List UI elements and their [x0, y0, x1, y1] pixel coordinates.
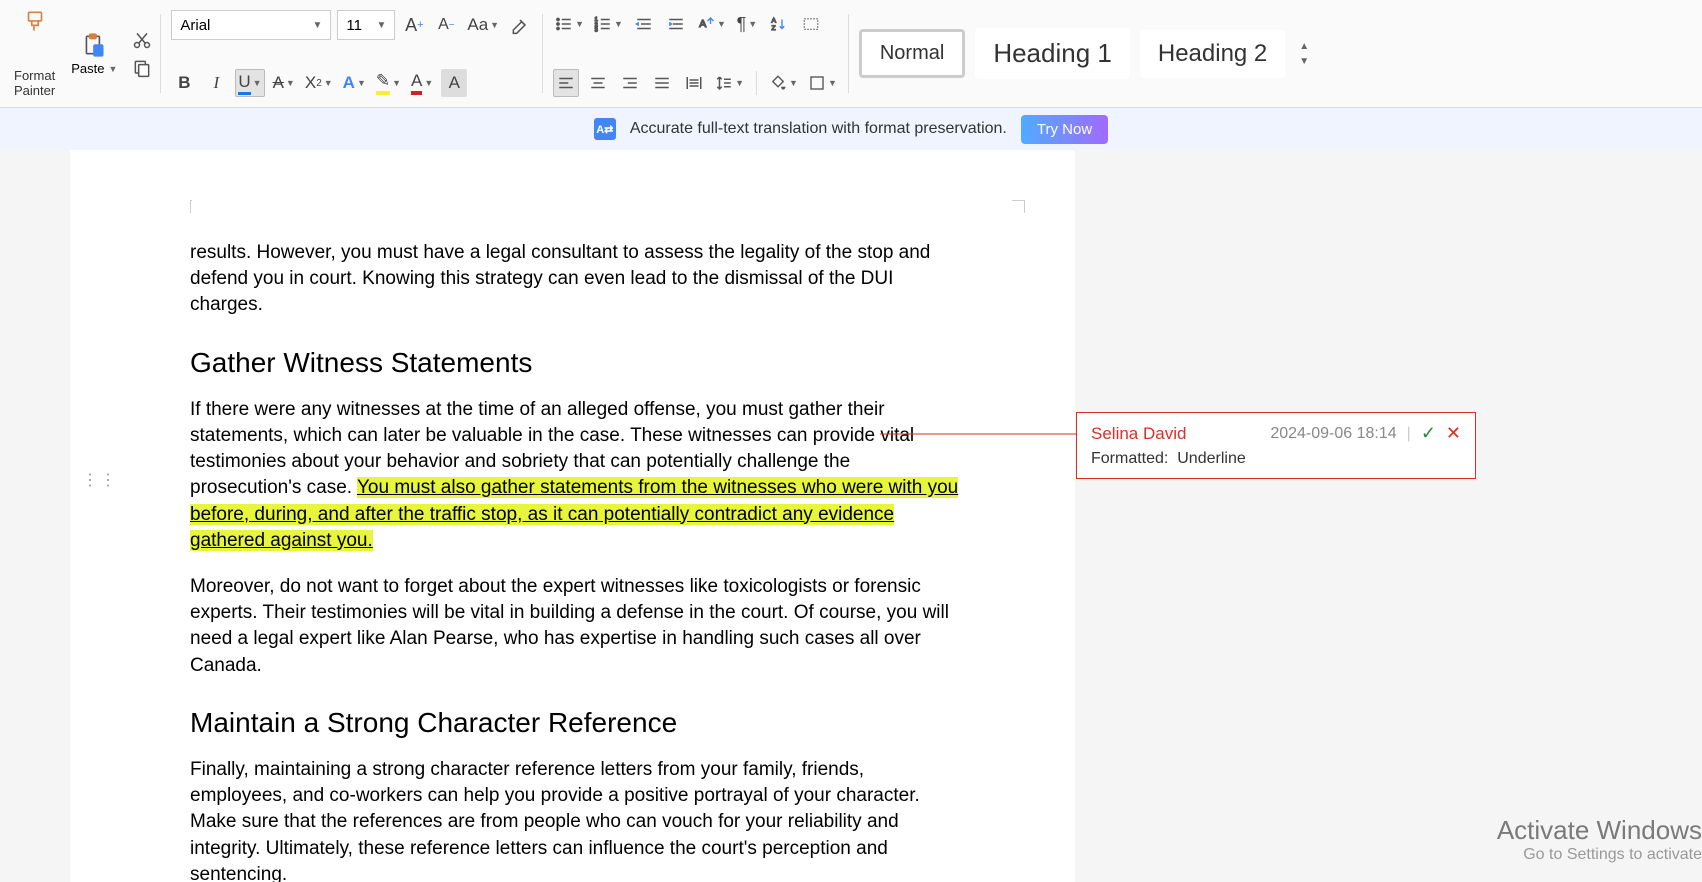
style-normal[interactable]: Normal [859, 29, 965, 78]
italic-button[interactable]: I [203, 69, 229, 97]
drag-handle-icon[interactable]: ⋮⋮ [82, 470, 118, 490]
increase-indent-button[interactable] [663, 10, 689, 38]
body-paragraph: Moreover, do not want to forget about th… [190, 574, 965, 679]
align-left-button[interactable] [553, 69, 579, 97]
increase-font-button[interactable]: A+ [401, 11, 427, 39]
text-direction-button[interactable]: A▼ [695, 10, 728, 38]
char-shading-button[interactable]: A [441, 69, 467, 97]
comment-connector [880, 430, 1080, 450]
decrease-indent-button[interactable] [631, 10, 657, 38]
underline-button[interactable]: U▼ [235, 69, 264, 97]
translate-icon: A⇄ [594, 118, 616, 140]
numbering-button[interactable]: 123▼ [592, 10, 625, 38]
svg-text:A: A [699, 18, 706, 30]
styles-more-button[interactable]: ▲▼ [1295, 37, 1313, 71]
superscript-button[interactable]: X2▼ [303, 69, 335, 97]
body-paragraph: results. However, you must have a legal … [190, 240, 965, 319]
align-center-button[interactable] [585, 69, 611, 97]
paste-label: Paste [71, 61, 104, 76]
section-heading: Maintain a Strong Character Reference [190, 707, 965, 739]
format-painter-label: Format Painter [14, 68, 55, 99]
comment-box[interactable]: Selina David 2024-09-06 18:14 | ✓ ✕ Form… [1076, 412, 1476, 479]
font-section: Arial ▼ 11 ▼ A+ A− Aa▼ B I U▼ A▼ X2▼ A▼ … [163, 4, 541, 103]
ribbon-toolbar: Format Painter Paste▼ Arial ▼ 11 [0, 0, 1702, 108]
document-page[interactable]: results. However, you must have a legal … [70, 150, 1075, 882]
styles-section: Normal Heading 1 Heading 2 ▲▼ [851, 4, 1321, 103]
body-paragraph: Finally, maintaining a strong character … [190, 757, 965, 882]
font-family-value: Arial [180, 17, 210, 34]
highlight-button[interactable]: ✎▼ [374, 69, 403, 97]
translation-banner: A⇄ Accurate full-text translation with f… [0, 108, 1702, 150]
decrease-font-button[interactable]: A− [433, 11, 459, 39]
svg-text:Z: Z [771, 25, 775, 32]
format-painter-icon [21, 8, 49, 36]
shading-button[interactable]: ▼ [767, 69, 800, 97]
font-size-value: 11 [346, 17, 362, 34]
font-color-button[interactable]: A▼ [409, 69, 435, 97]
bold-button[interactable]: B [171, 69, 197, 97]
copy-icon[interactable] [131, 57, 153, 79]
distributed-button[interactable] [681, 69, 707, 97]
svg-text:A: A [771, 18, 776, 25]
style-heading1[interactable]: Heading 1 [975, 28, 1130, 79]
borders-button[interactable]: ▼ [806, 69, 839, 97]
accept-change-button[interactable]: ✓ [1421, 423, 1436, 444]
comment-date: 2024-09-06 18:14 [1270, 425, 1396, 443]
strikethrough-button[interactable]: A▼ [271, 69, 297, 97]
svg-text:3: 3 [595, 28, 598, 34]
clear-format-button[interactable] [507, 11, 533, 39]
comment-body: Formatted: Underline [1091, 450, 1461, 468]
paragraph-section: ▼ 123▼ A▼ ¶▼ AZ ▼ ▼ ▼ [545, 4, 847, 103]
windows-activation-watermark: Activate Windows Go to Settings to activ… [1497, 815, 1702, 864]
format-painter-section[interactable]: Format Painter [8, 4, 61, 103]
body-paragraph: If there were any witnesses at the time … [190, 397, 965, 554]
line-spacing-button[interactable]: ▼ [713, 69, 746, 97]
font-size-select[interactable]: 11 ▼ [337, 10, 395, 40]
paste-icon [80, 31, 108, 59]
show-all-button[interactable] [798, 10, 824, 38]
document-area: results. However, you must have a legal … [0, 150, 1702, 882]
watermark-title: Activate Windows [1497, 815, 1702, 846]
try-now-button[interactable]: Try Now [1021, 115, 1108, 144]
justify-button[interactable] [649, 69, 675, 97]
comment-author: Selina David [1091, 424, 1186, 444]
watermark-subtitle: Go to Settings to activate [1497, 846, 1702, 864]
paragraph-marks-button[interactable]: ¶▼ [734, 10, 760, 38]
reject-change-button[interactable]: ✕ [1446, 423, 1461, 444]
paste-button[interactable]: Paste▼ [71, 31, 117, 76]
font-family-select[interactable]: Arial ▼ [171, 10, 331, 40]
text-effects-button[interactable]: A▼ [341, 69, 368, 97]
align-right-button[interactable] [617, 69, 643, 97]
banner-text: Accurate full-text translation with form… [630, 120, 1007, 138]
change-case-button[interactable]: Aa▼ [465, 11, 501, 39]
clipboard-section: Paste▼ [65, 4, 159, 103]
bullets-button[interactable]: ▼ [553, 10, 586, 38]
cut-icon[interactable] [131, 29, 153, 51]
section-heading: Gather Witness Statements [190, 347, 965, 379]
style-heading2[interactable]: Heading 2 [1140, 30, 1285, 78]
sort-button[interactable]: AZ [766, 10, 792, 38]
